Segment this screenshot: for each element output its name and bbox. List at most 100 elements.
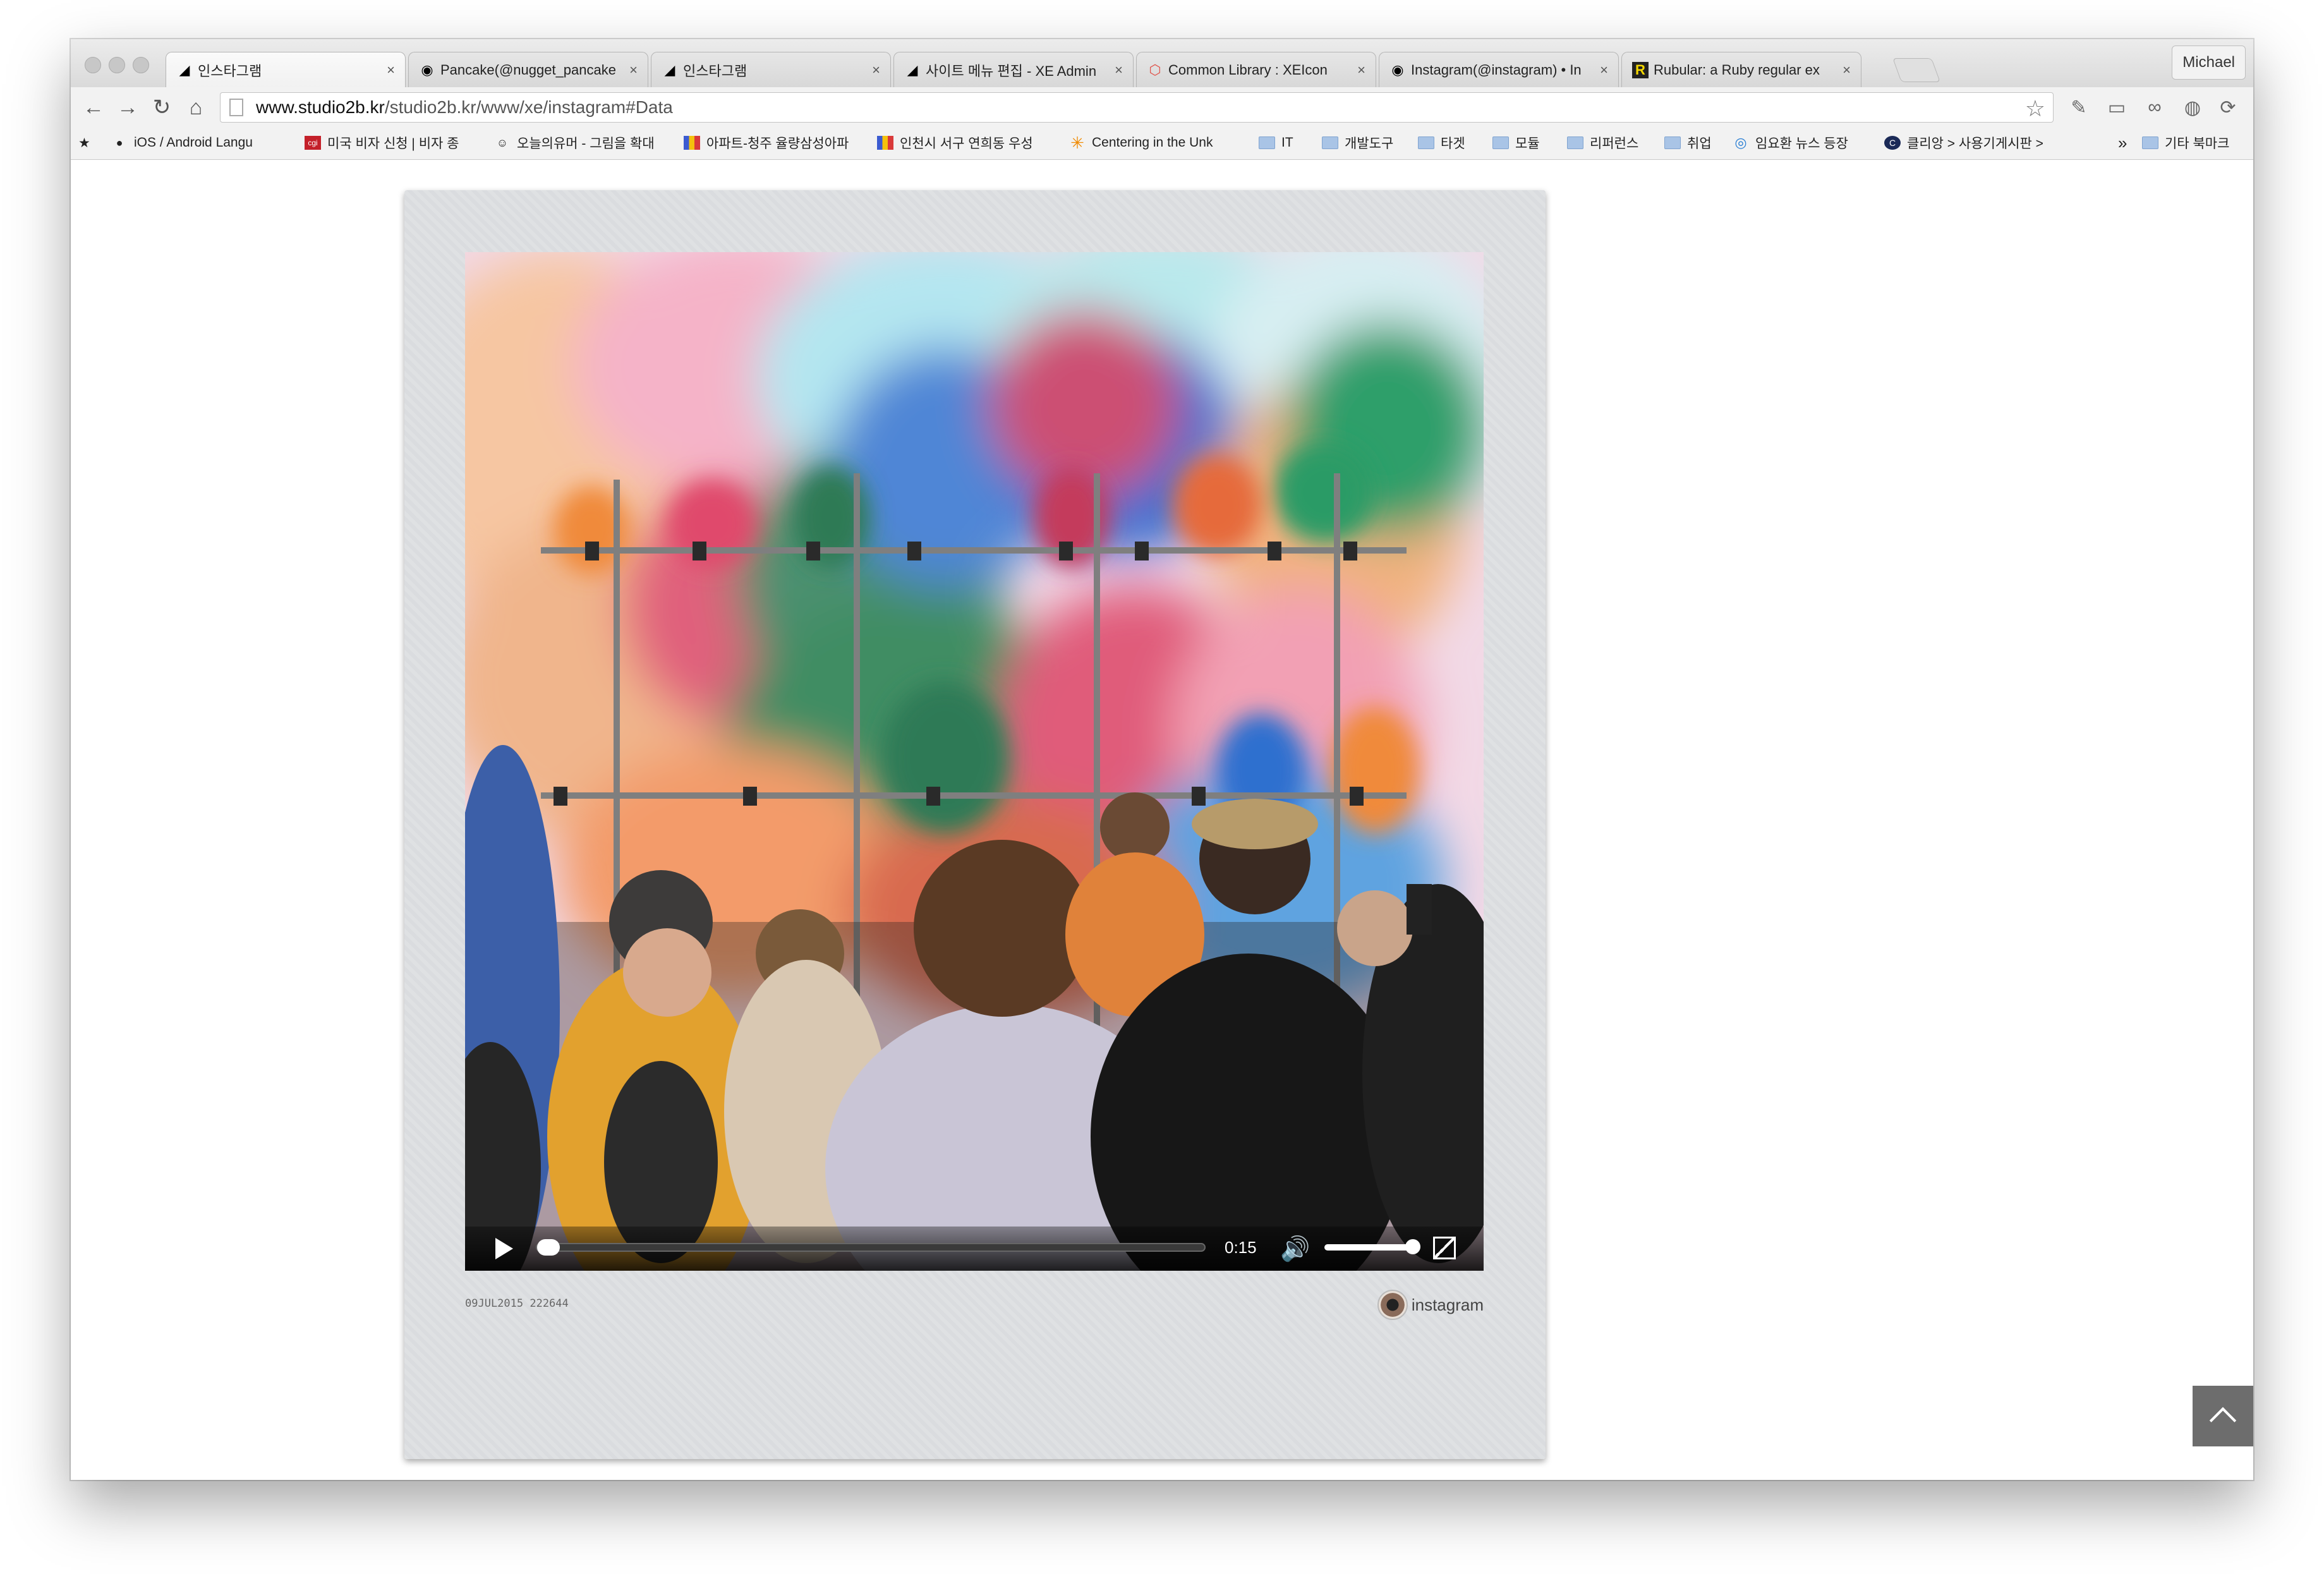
url-text: www.studio2b.kr/studio2b.kr/www/xe/insta… <box>256 97 673 118</box>
tab-title: Pancake(@nugget_pancake <box>440 61 616 78</box>
cast-icon[interactable]: ▭ <box>2105 96 2128 119</box>
account-link[interactable]: instagram <box>1377 1290 1484 1320</box>
tab-3[interactable]: ◢ 인스타그램 × <box>651 52 891 87</box>
chevron-up-icon <box>2209 1407 2237 1434</box>
bookmark-item[interactable]: ☺ 오늘의유머 - 그림을 확대 <box>494 133 684 153</box>
play-icon[interactable] <box>495 1238 513 1259</box>
folder-icon <box>1259 136 1275 150</box>
bookmark-star-icon[interactable]: ☆ <box>2025 95 2045 122</box>
video-frame <box>465 252 1484 1271</box>
bookmark-label: 아파트-청주 율량삼성아파 <box>706 136 849 151</box>
bookmark-label: 인천시 서구 연희동 우성 <box>900 136 1033 151</box>
glasses-icon[interactable]: ∞ <box>2143 96 2166 119</box>
volume-thumb[interactable] <box>1405 1239 1420 1254</box>
back-icon[interactable]: ← <box>81 95 106 120</box>
fullscreen-icon[interactable] <box>1433 1237 1456 1259</box>
folder-icon <box>1322 136 1338 150</box>
zoom-window-button[interactable] <box>133 57 149 73</box>
bookmark-label: 기타 북마크 <box>2165 136 2230 151</box>
tab-2[interactable]: ◉ Pancake(@nugget_pancake × <box>408 52 648 87</box>
title-bar: ◢ 인스타그램 × ◉ Pancake(@nugget_pancake × ◢ … <box>71 39 2253 88</box>
xe-icon: ◢ <box>664 61 675 78</box>
bookmark-label: 임요환 뉴스 등장 <box>1755 136 1848 151</box>
tab-6[interactable]: ◉ Instagram(@instagram) • In × <box>1379 52 1619 87</box>
account-name: instagram <box>1411 1295 1484 1314</box>
bookmark-star-icon[interactable]: ★ <box>78 133 97 153</box>
bookmark-folder[interactable]: 취업 <box>1664 133 1728 153</box>
bookmark-item[interactable]: 아파트-청주 율량삼성아파 <box>684 133 867 153</box>
tab-close-icon[interactable]: × <box>629 62 638 78</box>
tab-close-icon[interactable]: × <box>1115 62 1123 78</box>
bookmark-label: 클리앙 > 사용기게시판 > <box>1907 136 2043 151</box>
bookmark-label: 모듈 <box>1515 136 1540 151</box>
bookmark-label: 오늘의유머 - 그림을 확대 <box>517 136 655 151</box>
post-date: 09JUL2015 222644 <box>465 1297 569 1310</box>
page-content: 0:15 🔊 09JUL2015 222644 instagram <box>71 160 2253 1480</box>
bookmark-folder[interactable]: 개발도구 <box>1322 133 1410 153</box>
other-bookmarks-folder[interactable]: 기타 북마크 <box>2142 133 2249 153</box>
bookmark-folder[interactable]: IT <box>1259 133 1316 153</box>
tab-close-icon[interactable]: × <box>1600 62 1608 78</box>
bookmark-item[interactable]: ◎ 임요환 뉴스 등장 <box>1733 133 1859 153</box>
tab-close-icon[interactable]: × <box>1843 62 1851 78</box>
tab-close-icon[interactable]: × <box>872 62 880 78</box>
tab-title: Rubular: a Ruby regular ex <box>1654 61 1820 78</box>
tab-close-icon[interactable]: × <box>387 62 395 78</box>
sync-icon[interactable]: ⟳ <box>2217 96 2239 119</box>
tab-5[interactable]: ⬡ Common Library : XEIcon × <box>1136 52 1376 87</box>
xeicon-icon: ⬡ <box>1149 61 1161 78</box>
folder-icon <box>2142 136 2158 150</box>
bookmark-item[interactable]: cgi 미국 비자 신청 | 비자 종 <box>305 133 488 153</box>
tab-close-icon[interactable]: × <box>1357 62 1365 78</box>
folder-icon <box>1418 136 1434 150</box>
toolbar: ← → ↻ ⌂ www.studio2b.kr/studio2b.kr/www/… <box>71 87 2253 128</box>
home-icon[interactable]: ⌂ <box>183 95 209 120</box>
tab-strip: ◢ 인스타그램 × ◉ Pancake(@nugget_pancake × ◢ … <box>166 52 2152 87</box>
reload-icon[interactable]: ↻ <box>149 95 174 120</box>
tab-title: Instagram(@instagram) • In <box>1411 61 1582 78</box>
tab-4[interactable]: ◢ 사이트 메뉴 편집 - XE Admin × <box>893 52 1134 87</box>
url-host: www.studio2b.kr <box>256 97 385 117</box>
bookmarks-overflow-button[interactable]: » <box>2118 133 2137 153</box>
scroll-to-top-button[interactable] <box>2193 1386 2253 1446</box>
video-time: 0:15 <box>1225 1238 1257 1257</box>
xe-icon: ◢ <box>179 61 190 78</box>
tab-7[interactable]: R Rubular: a Ruby regular ex × <box>1621 52 1861 87</box>
bookmark-label: 개발도구 <box>1345 136 1394 151</box>
bookmark-folder[interactable]: 리퍼런스 <box>1567 133 1662 153</box>
bookmark-folder[interactable]: 타겟 <box>1418 133 1487 153</box>
bookmark-item[interactable]: C 클리앙 > 사용기게시판 > <box>1884 133 2061 153</box>
clien-icon: C <box>1884 136 1901 150</box>
close-window-button[interactable] <box>85 57 101 73</box>
tab-title: 사이트 메뉴 편집 - XE Admin <box>926 63 1097 79</box>
globe-icon[interactable]: ◍ <box>2181 96 2204 119</box>
bookmark-folder[interactable]: 모듈 <box>1492 133 1562 153</box>
seek-bar[interactable] <box>536 1239 1206 1256</box>
video-player[interactable]: 0:15 🔊 <box>465 252 1484 1271</box>
ring-icon: ◎ <box>1734 135 1747 150</box>
forward-icon[interactable]: → <box>115 95 140 120</box>
profile-button[interactable]: Michael <box>2172 45 2246 80</box>
bookmark-item[interactable]: ✳ Centering in the Unk <box>1069 133 1249 153</box>
bookmark-label: 타겟 <box>1441 136 1465 151</box>
tab-1[interactable]: ◢ 인스타그램 × <box>166 52 406 87</box>
tab-title: 인스타그램 <box>683 63 747 79</box>
browser-window: ◢ 인스타그램 × ◉ Pancake(@nugget_pancake × ◢ … <box>71 39 2253 1480</box>
volume-slider[interactable] <box>1324 1239 1420 1254</box>
instagram-post-card: 0:15 🔊 09JUL2015 222644 instagram <box>404 190 1546 1459</box>
volume-icon[interactable]: 🔊 <box>1280 1235 1310 1263</box>
bookmark-label: 리퍼런스 <box>1590 136 1639 151</box>
address-bar[interactable]: www.studio2b.kr/studio2b.kr/www/xe/insta… <box>220 92 2054 123</box>
rubular-icon: R <box>1632 61 1649 78</box>
tab-title: 인스타그램 <box>198 63 262 79</box>
minimize-window-button[interactable] <box>109 57 125 73</box>
page-icon <box>229 99 243 116</box>
menu-icon[interactable]: ≡ <box>2247 96 2253 119</box>
bookmark-label: 미국 비자 신청 | 비자 종 <box>327 136 459 151</box>
bookmark-item[interactable]: 인천시 서구 연희동 우성 <box>877 133 1060 153</box>
cgi-icon: cgi <box>305 136 321 150</box>
todayhumor-icon: ☺ <box>496 136 509 149</box>
seek-thumb[interactable] <box>537 1239 560 1256</box>
bookmark-label: IT <box>1281 135 1293 150</box>
evernote-icon[interactable]: ✎ <box>2067 96 2090 119</box>
